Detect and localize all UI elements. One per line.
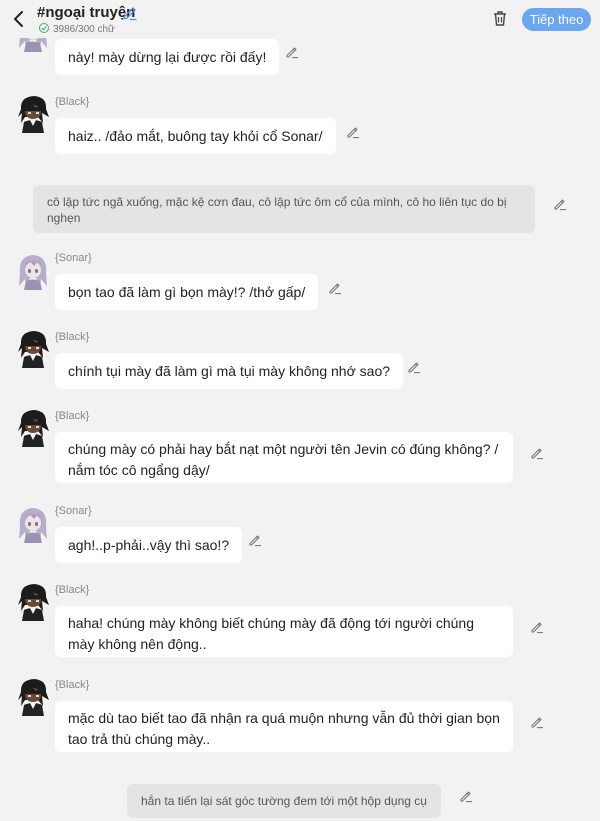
page-title: #ngoại truyện (37, 4, 136, 21)
word-count: 3986/300 chữ (39, 23, 115, 35)
edit-icon[interactable] (530, 446, 544, 460)
title-edit-icon[interactable] (122, 5, 138, 21)
black-avatar (16, 583, 50, 621)
chevron-left-icon[interactable] (8, 8, 30, 30)
speaker-name: {Black} (55, 331, 90, 343)
next-button[interactable]: Tiếp theo (522, 8, 591, 31)
black-avatar (16, 330, 50, 368)
edit-icon[interactable] (285, 45, 299, 59)
speaker-name: {Black} (55, 584, 90, 596)
title-block: #ngoại truyện 3986/300 chữ (37, 4, 138, 35)
edit-icon[interactable] (530, 620, 544, 634)
edit-icon[interactable] (407, 360, 421, 374)
dialog-bubble[interactable]: haiz.. /đảo mắt, buông tay khỏi cổ Sonar… (55, 118, 336, 154)
speaker-name: {Black} (55, 96, 90, 108)
speaker-name: {Sonar} (55, 252, 92, 264)
edit-icon[interactable] (346, 125, 360, 139)
word-count-text: 3986/300 chữ (53, 24, 115, 35)
sonar-avatar (16, 505, 50, 543)
speaker-name: {Sonar} (55, 505, 92, 517)
dialog-bubble[interactable]: bọn tao đã làm gì bọn mày!? /thở gấp/ (55, 274, 319, 310)
dialog-bubble[interactable]: mặc dù tao biết tao đã nhận ra quá muộn … (55, 701, 513, 752)
check-circle-icon (39, 23, 49, 33)
dialog-bubble[interactable]: chúng mày có phải hay bắt nạt một người … (55, 432, 513, 483)
dialog-bubble[interactable]: haha! chúng mày không biết chúng mày đã … (55, 606, 513, 657)
speaker-name: {Black} (55, 679, 90, 691)
dialog-bubble[interactable]: agh!..p-phải..vậy thì sao!? (55, 527, 243, 563)
speaker-name: {Black} (55, 410, 90, 422)
edit-icon[interactable] (328, 281, 342, 295)
black-avatar (16, 409, 50, 447)
dialog-bubble[interactable]: chính tụi mày đã làm gì mà tụi mày không… (55, 353, 404, 389)
black-avatar (16, 95, 50, 133)
dialog-bubble[interactable]: này! mày dừng lại được rồi đấy! (55, 39, 280, 75)
edit-icon[interactable] (459, 789, 473, 803)
sonar-avatar (16, 252, 50, 290)
narration-bubble[interactable]: hắn ta tiến lại sát góc tường đem tới mộ… (127, 784, 441, 818)
trash-icon[interactable] (491, 9, 509, 27)
edit-icon[interactable] (248, 533, 262, 547)
black-avatar (16, 678, 50, 716)
top-bar: #ngoại truyện 3986/300 chữ Tiếp theo (0, 0, 600, 38)
narration-bubble[interactable]: cô lập tức ngã xuống, mặc kệ cơn đau, cô… (33, 185, 535, 233)
edit-icon[interactable] (530, 715, 544, 729)
edit-icon[interactable] (553, 197, 567, 211)
